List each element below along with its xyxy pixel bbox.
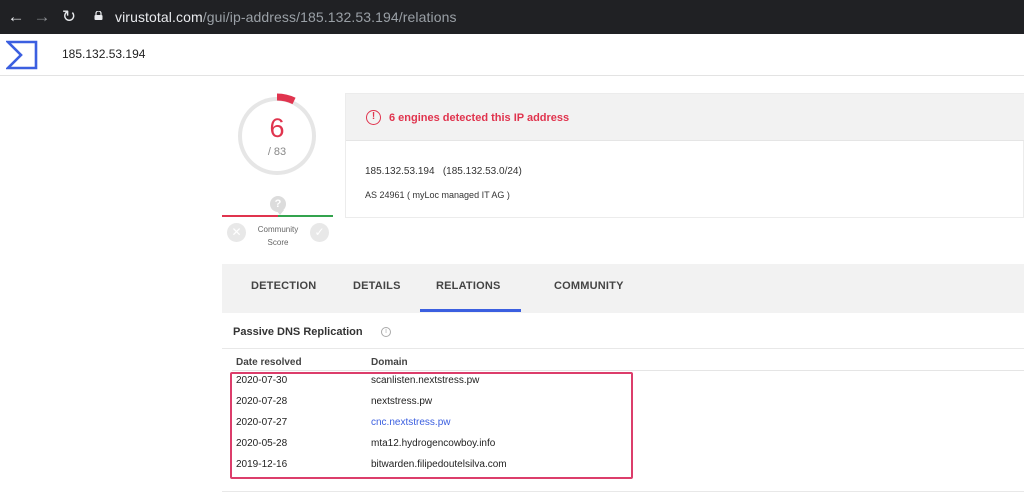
url-path: /gui/ip-address/185.132.53.194/relations — [202, 9, 457, 25]
column-header-domain: Domain — [371, 357, 408, 368]
vote-malicious-icon[interactable]: ✕ — [227, 223, 246, 242]
tab-community[interactable]: COMMUNITY — [554, 280, 624, 292]
alert-banner: ! 6 engines detected this IP address — [346, 94, 1024, 141]
community-label-line2: Score — [267, 238, 289, 247]
divider — [222, 348, 1024, 349]
forward-arrow-icon[interactable]: → — [32, 7, 52, 27]
annotation-highlight-box — [230, 372, 633, 479]
community-bar-negative — [222, 215, 278, 217]
ip-range-text: 185.132.53.194 (185.132.53.0/24) — [365, 166, 522, 177]
divider — [232, 370, 1024, 371]
divider — [222, 491, 1024, 492]
community-label-line1: Community — [257, 225, 299, 234]
reload-icon[interactable]: ↻ — [59, 7, 79, 27]
app-header: 185.132.53.194 — [0, 34, 1024, 76]
detection-arc — [276, 93, 296, 105]
alert-icon: ! — [366, 110, 381, 125]
engine-total: / 83 — [267, 146, 287, 158]
community-score-label: Community Score — [252, 223, 304, 249]
tab-relations[interactable]: RELATIONS — [436, 280, 501, 292]
vote-harmless-icon[interactable]: ✓ — [310, 223, 329, 242]
section-title: Passive DNS Replication — [233, 326, 363, 338]
search-input[interactable]: 185.132.53.194 — [62, 47, 145, 61]
tab-details[interactable]: DETAILS — [353, 280, 401, 292]
browser-toolbar: ← → ↻ virustotal.com/gui/ip-address/185.… — [0, 0, 1024, 34]
address-bar[interactable]: virustotal.com/gui/ip-address/185.132.53… — [115, 9, 457, 25]
active-tab-indicator — [420, 309, 521, 312]
as-owner-text: AS 24961 ( myLoc managed IT AG ) — [365, 190, 510, 200]
detection-summary-panel: ! 6 engines detected this IP address 185… — [345, 93, 1024, 218]
detection-count: 6 — [269, 113, 285, 143]
alert-text: 6 engines detected this IP address — [389, 112, 570, 124]
community-bar-positive — [278, 215, 333, 217]
info-icon[interactable]: i — [381, 327, 391, 337]
virustotal-logo-icon[interactable] — [6, 40, 38, 70]
column-header-date: Date resolved — [236, 357, 302, 368]
tab-detection[interactable]: DETECTION — [251, 280, 316, 292]
tab-bar: DETECTION DETAILS RELATIONS COMMUNITY — [222, 264, 1024, 313]
lock-icon[interactable] — [94, 11, 103, 20]
back-arrow-icon[interactable]: ← — [6, 7, 26, 27]
url-host: virustotal.com — [115, 9, 203, 25]
